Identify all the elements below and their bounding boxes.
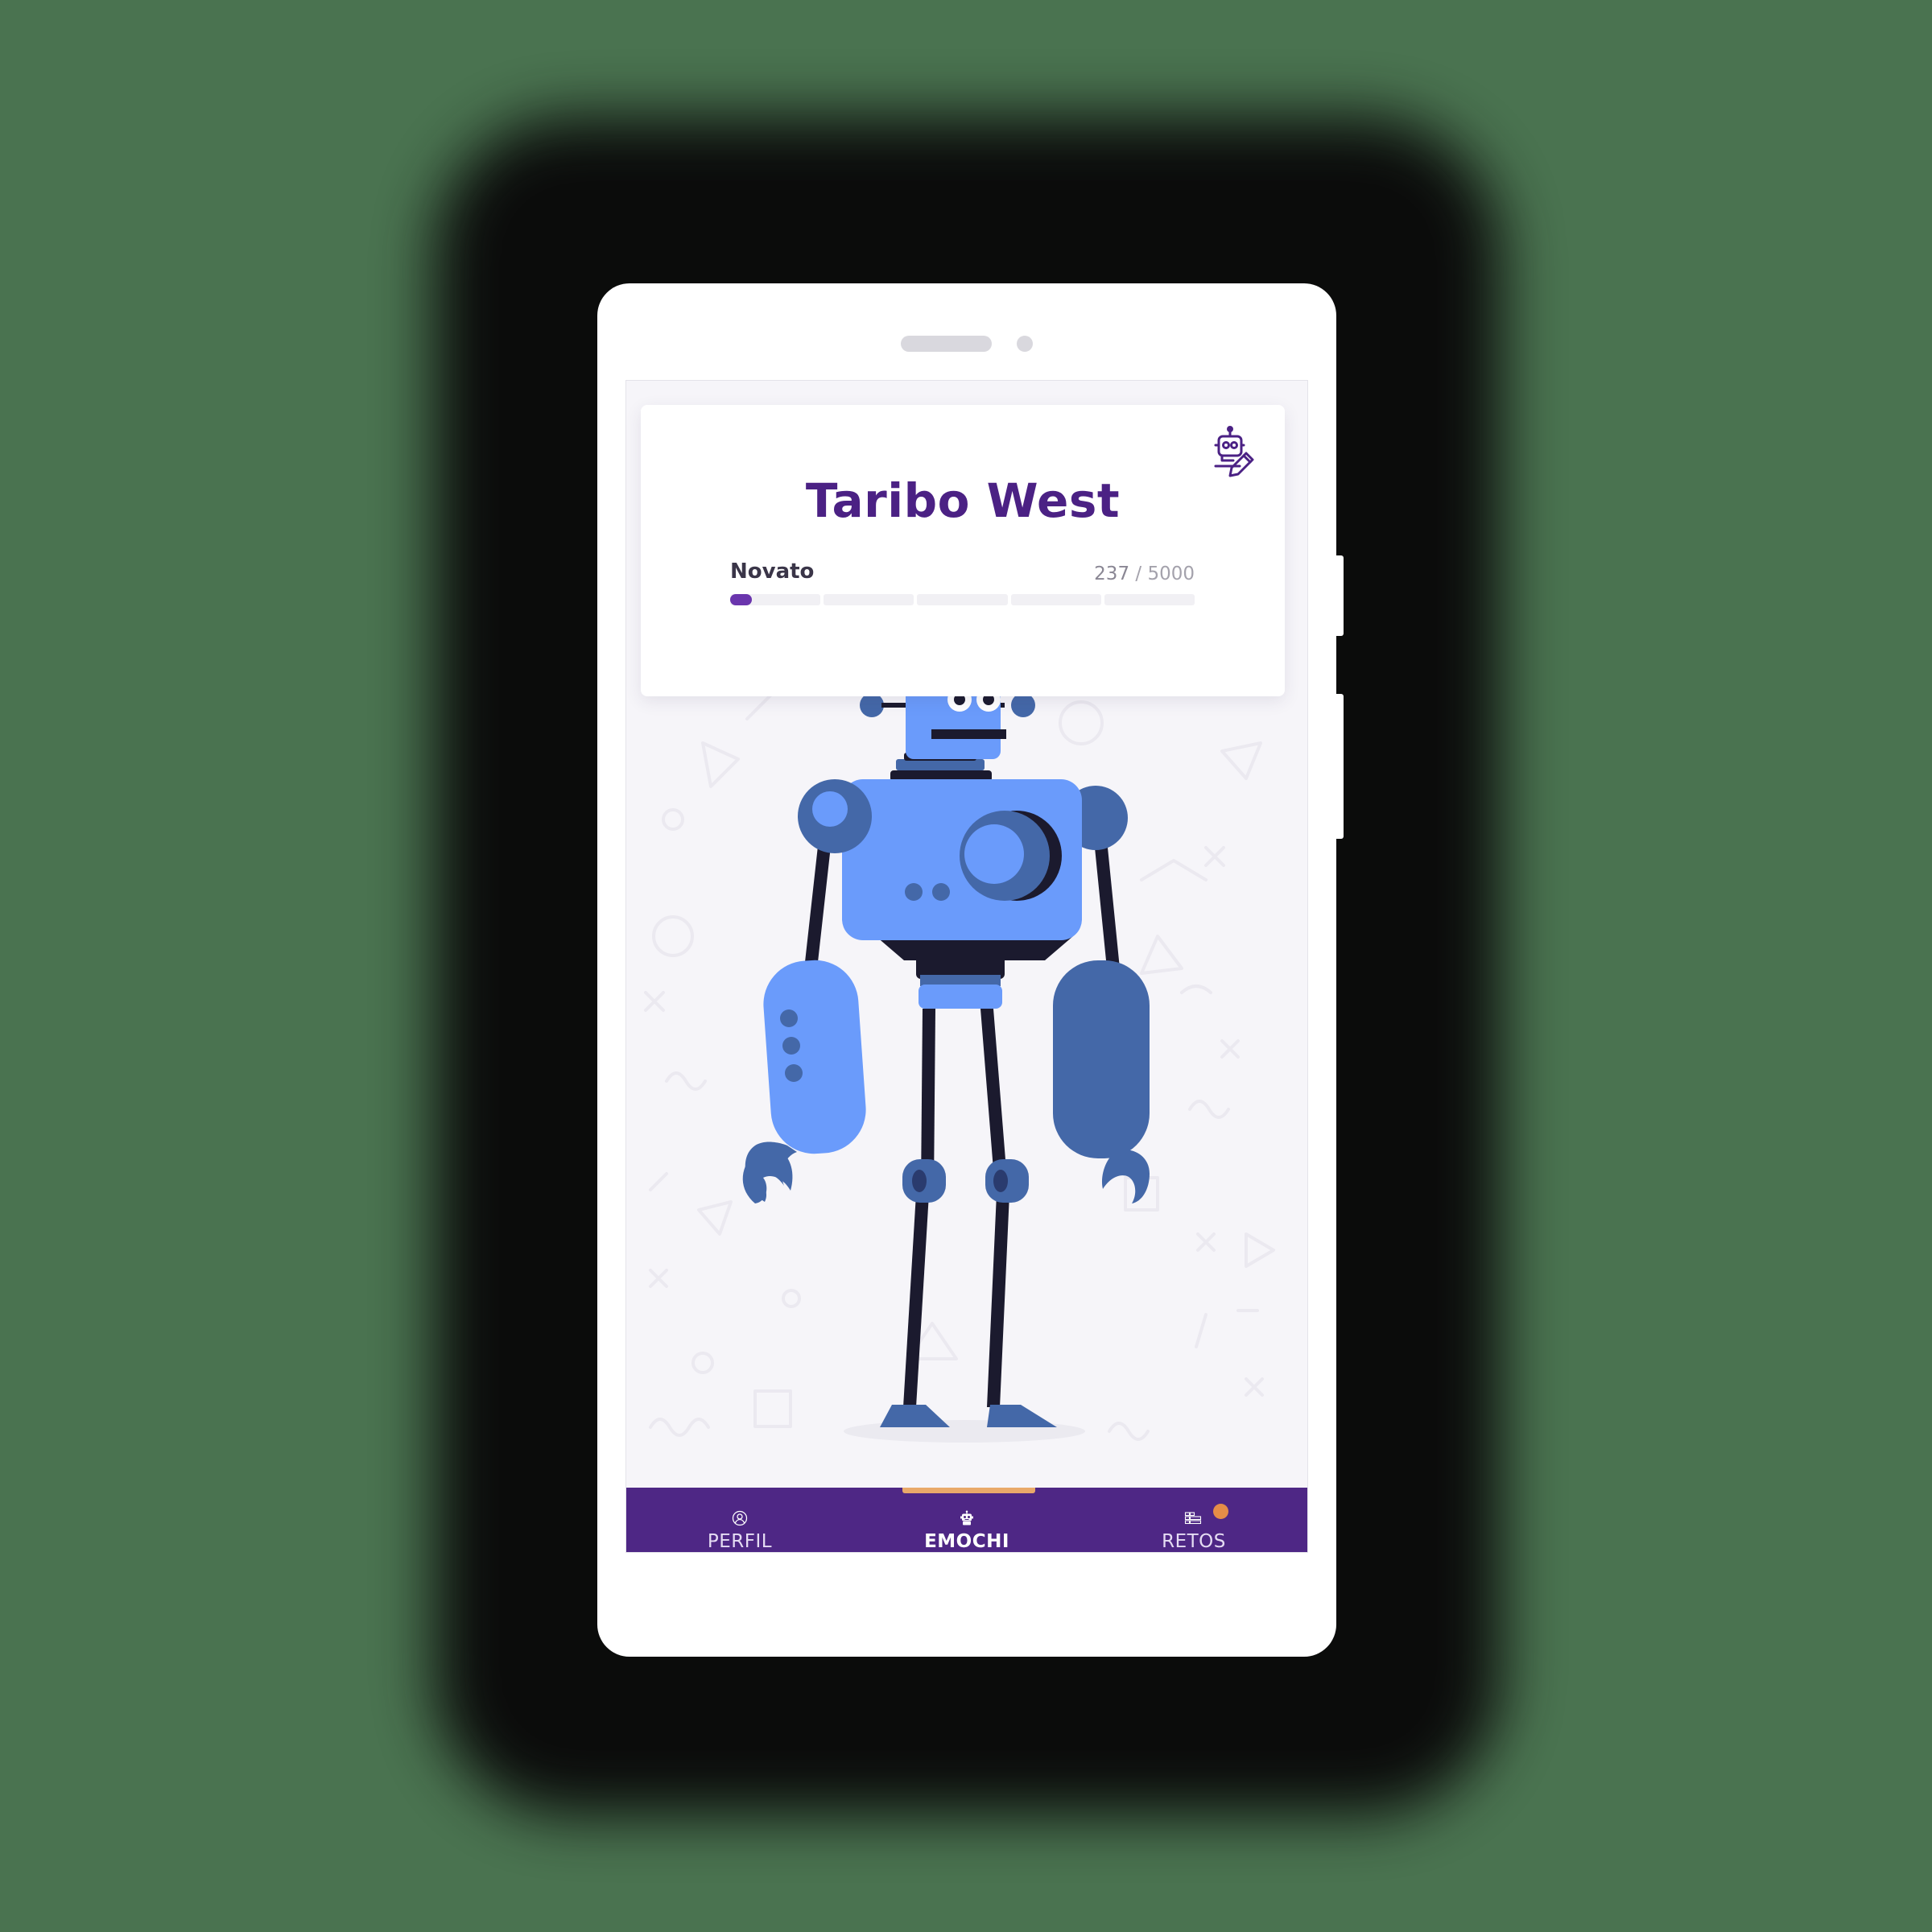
robot-torso (798, 779, 1128, 960)
user-circle-icon (732, 1510, 748, 1526)
robot-left-forearm (742, 960, 866, 1203)
notification-badge (1213, 1504, 1228, 1519)
level-progress-bar (730, 594, 1195, 605)
tab-perfil[interactable]: PERFIL (626, 1488, 853, 1552)
points-separator: / (1135, 564, 1142, 584)
points-counter: 237 / 5000 (1094, 564, 1195, 584)
phone-side-button-bottom (1336, 694, 1344, 839)
tab-emochi-label: EMOCHI (924, 1531, 1009, 1552)
points-current: 237 (1094, 564, 1130, 584)
progress-segment (824, 594, 914, 605)
tab-retos[interactable]: RETOS (1080, 1488, 1307, 1552)
robot-right-forearm (1053, 960, 1150, 1203)
phone-side-button-top (1336, 555, 1344, 636)
progress-segment (1010, 594, 1101, 605)
points-max: 5000 (1147, 564, 1195, 584)
phone-frame: Taribo West Novato 237 / 5000 PERFIL EMO… (597, 283, 1344, 1657)
stage: Taribo West Novato 237 / 5000 PERFIL EMO… (0, 0, 1932, 1932)
progress-segment (730, 594, 821, 605)
phone-speaker (901, 336, 992, 352)
progress-segment (917, 594, 1008, 605)
profile-card: Taribo West Novato 237 / 5000 (641, 405, 1285, 696)
robot-legs (880, 1009, 1057, 1427)
robot-icon (960, 1510, 973, 1525)
tab-perfil-label: PERFIL (707, 1531, 773, 1552)
progress-segment (1104, 594, 1195, 605)
level-label: Novato (730, 559, 815, 584)
challenges-list-icon (1184, 1512, 1202, 1525)
robot-name-title: Taribo West (805, 473, 1121, 528)
tab-emochi[interactable]: EMOCHI (853, 1488, 1080, 1552)
phone-camera (1017, 336, 1033, 352)
robot-edit-icon (1214, 426, 1254, 477)
edit-robot-button[interactable] (1211, 426, 1261, 479)
tab-retos-label: RETOS (1162, 1531, 1226, 1552)
bottom-navigation: PERFIL EMOCHI RETOS (626, 1488, 1307, 1552)
app-screen: Taribo West Novato 237 / 5000 PERFIL EMO… (625, 380, 1308, 1553)
